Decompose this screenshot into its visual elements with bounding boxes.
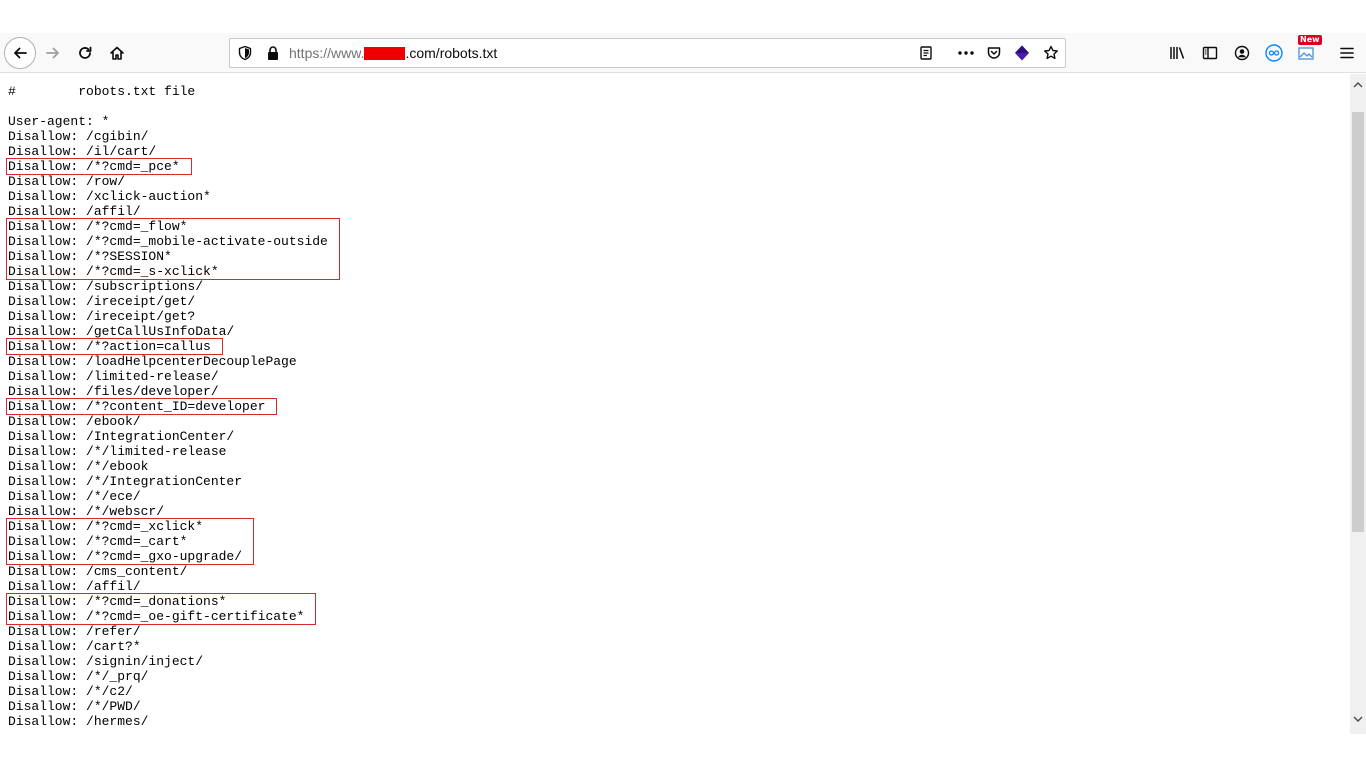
scroll-up-arrow[interactable] [1350, 76, 1366, 93]
sync-extension-button[interactable] [1259, 38, 1289, 68]
robots-line: Disallow: /*/ece/ [8, 489, 141, 504]
window-top-strip [0, 0, 1366, 33]
pocket-icon [987, 47, 1001, 59]
robots-line: Disallow: /*/webscr/ [8, 504, 165, 519]
robots-line: Disallow: /hermes/ [8, 714, 149, 729]
navigation-toolbar: https://www. .com/robots.txt New [0, 33, 1366, 73]
robots-line: Disallow: /row/ [8, 174, 126, 189]
robots-line: Disallow: /*?content_ID=developer [8, 399, 266, 414]
robots-line: Disallow: /*?cmd=_flow* [8, 219, 188, 234]
reader-view-icon [920, 46, 932, 60]
robots-line: Disallow: /*?cmd=_donations* [8, 594, 227, 609]
page-actions-button[interactable] [951, 38, 981, 68]
chevron-down-icon [1353, 715, 1363, 722]
robots-line: Disallow: /ebook/ [8, 414, 141, 429]
robots-line: Disallow: /*/limited-release [8, 444, 227, 459]
star-icon [1044, 45, 1058, 60]
connection-lock-button[interactable] [258, 38, 288, 68]
account-icon [1234, 45, 1250, 61]
robots-line: Disallow: /*/_prq/ [8, 669, 149, 684]
robots-line: Disallow: /IntegrationCenter/ [8, 429, 235, 444]
infinity-icon [1265, 44, 1283, 62]
screenshot-button[interactable]: New [1291, 35, 1322, 68]
site-info-button[interactable] [230, 38, 260, 68]
reader-view-button[interactable] [911, 38, 941, 68]
library-button[interactable] [1163, 38, 1193, 68]
pocket-button[interactable] [979, 38, 1009, 68]
robots-line: Disallow: /affil/ [8, 204, 141, 219]
robots-line: Disallow: /*/c2/ [8, 684, 133, 699]
open-menu-button[interactable] [1332, 38, 1362, 68]
robots-line: Disallow: /ireceipt/get? [8, 309, 196, 324]
robots-line: Disallow: /*?SESSION* [8, 249, 172, 264]
library-icon [1170, 47, 1185, 59]
robots-line: Disallow: /*?cmd=_gxo-upgrade/ [8, 549, 243, 564]
sidebar-icon [1202, 46, 1218, 60]
scroll-down-arrow[interactable] [1350, 710, 1366, 727]
robots-line: Disallow: /refer/ [8, 624, 141, 639]
arrow-left-icon [14, 47, 27, 59]
robots-line: Disallow: /*/IntegrationCenter [8, 474, 243, 489]
robots-line: Disallow: /*?cmd=_mobile-activate-outsid… [8, 234, 328, 249]
robots-line: Disallow: /il/cart/ [8, 144, 157, 159]
address-bar[interactable]: https://www. .com/robots.txt [229, 38, 1066, 68]
account-button[interactable] [1227, 38, 1257, 68]
shield-icon [238, 45, 252, 61]
extension-button[interactable] [1007, 38, 1037, 68]
robots-line: Disallow: /getCallUsInfoData/ [8, 324, 235, 339]
reload-icon [79, 46, 92, 59]
url-text[interactable]: https://www. .com/robots.txt [289, 39, 497, 67]
robots-line: Disallow: /affil/ [8, 579, 141, 594]
vertical-scrollbar[interactable] [1350, 74, 1366, 734]
arrow-right-icon [46, 47, 59, 59]
home-button[interactable] [102, 38, 132, 68]
lock-icon [268, 46, 278, 60]
robots-line: Disallow: /ireceipt/get/ [8, 294, 196, 309]
forward-button[interactable] [38, 38, 68, 68]
robots-line: Disallow: /signin/inject/ [8, 654, 204, 669]
robots-line: Disallow: /cart?* [8, 639, 141, 654]
robots-line: Disallow: /*?cmd=_oe-gift-certificate* [8, 609, 305, 624]
robots-line: Disallow: /limited-release/ [8, 369, 219, 384]
new-badge: New [1298, 35, 1322, 45]
robots-line: Disallow: /loadHelpcenterDecouplePage [8, 354, 297, 369]
robots-line: Disallow: /cgibin/ [8, 129, 149, 144]
ellipsis-icon [958, 51, 974, 55]
robots-line: Disallow: /cms_content/ [8, 564, 188, 579]
robots-line: Disallow: /xclick-auction* [8, 189, 211, 204]
robots-line: Disallow: /*?cmd=_pce* [8, 159, 180, 174]
robots-line: # robots.txt file [8, 84, 196, 99]
sidebar-button[interactable] [1195, 38, 1225, 68]
url-suffix: .com/robots.txt [405, 45, 498, 61]
robots-line: Disallow: /*?cmd=_cart* [8, 534, 188, 549]
robots-line: Disallow: /*?action=callus [8, 339, 211, 354]
robots-line: Disallow: /*/PWD/ [8, 699, 141, 714]
redaction-mark [364, 47, 406, 60]
robots-line: Disallow: /*?cmd=_s-xclick* [8, 264, 219, 279]
screenshot-icon [1298, 47, 1314, 60]
robots-line: Disallow: /files/developer/ [8, 384, 219, 399]
robots-line: User-agent: * [8, 114, 110, 129]
home-icon [110, 46, 124, 60]
back-button[interactable] [4, 37, 36, 69]
page-content: # robots.txt file User-agent: * Disallow… [0, 74, 1350, 768]
scroll-thumb[interactable] [1352, 112, 1364, 532]
url-prefix: https://www. [289, 45, 365, 61]
robots-txt-text: # robots.txt file User-agent: * Disallow… [8, 84, 328, 729]
chevron-up-icon [1353, 81, 1363, 88]
bookmark-star-button[interactable] [1036, 38, 1066, 68]
hamburger-menu-icon [1340, 47, 1354, 59]
extension-cube-icon [1015, 45, 1029, 61]
robots-line: Disallow: /*/ebook [8, 459, 149, 474]
robots-line: Disallow: /*?cmd=_xclick* [8, 519, 204, 534]
robots-line: Disallow: /subscriptions/ [8, 279, 204, 294]
reload-button[interactable] [70, 38, 100, 68]
